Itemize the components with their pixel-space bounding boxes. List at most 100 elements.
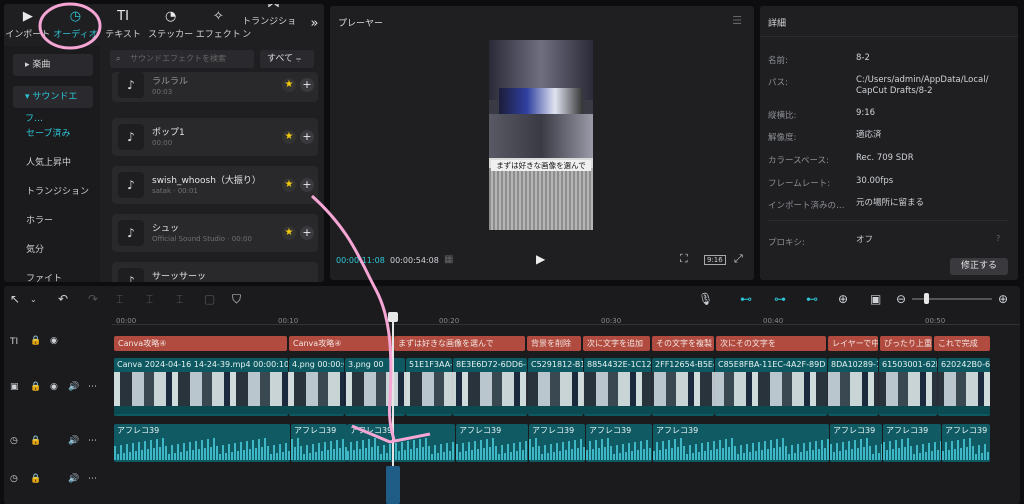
add-sound-button[interactable]: + bbox=[300, 78, 314, 92]
music-note-icon: ♪ bbox=[118, 220, 144, 246]
nav-transition[interactable]: トランジション bbox=[26, 184, 89, 197]
lock-icon[interactable]: 🔒 bbox=[30, 336, 41, 346]
audio-clip[interactable]: アフレコ39 bbox=[942, 424, 990, 462]
audio-clip[interactable]: アフレコ39 bbox=[586, 424, 652, 462]
picture-icon[interactable]: ▣ bbox=[870, 292, 881, 306]
nav-mood[interactable]: 気分 bbox=[26, 242, 44, 255]
proxy-value: オフ bbox=[856, 235, 874, 245]
more-icon[interactable]: ⋯ bbox=[88, 382, 97, 392]
total-time: 00:00:54:08 bbox=[390, 256, 439, 265]
audio-track-icon: ◷ bbox=[10, 474, 18, 484]
nav-saved[interactable]: セーブ済み bbox=[26, 126, 70, 139]
add-sound-button[interactable]: + bbox=[300, 130, 314, 144]
import-icon: ▶ bbox=[22, 9, 33, 24]
text-clip[interactable]: まずは好きな画像を選んで bbox=[394, 336, 525, 351]
tab-sticker[interactable]: ◔ ステッカー bbox=[147, 4, 195, 46]
waveform-icon[interactable]: ▦ bbox=[444, 254, 453, 265]
filter-all-button[interactable]: すべて ⩦ bbox=[260, 50, 314, 68]
fit-screen-icon[interactable]: ⛶ bbox=[680, 252, 688, 266]
tab-transition[interactable]: ⋈トランジション bbox=[242, 4, 305, 46]
more-tabs-button[interactable]: » bbox=[305, 4, 324, 46]
zoom-handle[interactable] bbox=[924, 293, 929, 304]
text-clip[interactable]: Canva攻略④ bbox=[289, 336, 394, 351]
undo-icon[interactable]: ↶ bbox=[58, 292, 68, 306]
text-clip[interactable]: 背景を削除 bbox=[527, 336, 581, 351]
audio-clip[interactable]: アフレコ39 bbox=[830, 424, 882, 462]
aspect-ratio-button[interactable]: 9:16 bbox=[704, 255, 726, 265]
add-sound-button[interactable]: + bbox=[300, 226, 314, 240]
speaker-icon[interactable]: 🔊 bbox=[68, 382, 79, 392]
more-icon[interactable]: ⋯ bbox=[88, 474, 97, 484]
audio-icon: ◷ bbox=[69, 9, 82, 24]
text-clip[interactable]: Canva攻略④ bbox=[114, 336, 287, 351]
lock-icon[interactable]: 🔒 bbox=[30, 474, 41, 484]
nav-music[interactable]: ▸ 楽曲 bbox=[13, 54, 93, 76]
sound-item[interactable]: ♪ サーッサーッ bbox=[112, 262, 318, 282]
sound-item[interactable]: ♪ swish_whoosh（大振り） satak · 00:01 ★ + bbox=[112, 166, 318, 204]
text-clip[interactable]: これで完成 bbox=[934, 336, 990, 351]
video-thumbnails bbox=[114, 372, 990, 406]
sound-item[interactable]: ♪ シュッ Official Sound Studio · 00:00 ★ + bbox=[112, 214, 318, 252]
search-input[interactable]: ⌕ サウンドエフェクトを検索 bbox=[110, 50, 254, 68]
zoom-out-icon[interactable]: ⊖ bbox=[896, 292, 906, 306]
eye-icon[interactable]: ◉ bbox=[50, 382, 58, 392]
eye-icon[interactable]: ◉ bbox=[50, 336, 58, 346]
split-left-icon[interactable]: ⌶ bbox=[146, 292, 153, 307]
sound-item[interactable]: ♪ ラルラル 00:03 ★ + bbox=[112, 72, 318, 102]
fullscreen-icon[interactable]: ⤢ bbox=[734, 252, 743, 266]
favorite-star-icon[interactable]: ★ bbox=[282, 130, 296, 144]
audio-clip[interactable]: アフレコ39 bbox=[456, 424, 528, 462]
help-icon[interactable]: ? bbox=[996, 234, 1000, 243]
audio-clip[interactable]: アフレコ39 bbox=[291, 424, 347, 462]
preview-axis-icon[interactable]: ⊷ bbox=[806, 292, 818, 306]
text-clip[interactable]: 次に文字を追加 bbox=[583, 336, 650, 351]
favorite-star-icon[interactable]: ★ bbox=[282, 78, 296, 92]
add-sound-button[interactable]: + bbox=[300, 178, 314, 192]
audio-clip[interactable]: アフレコ39 bbox=[347, 424, 455, 462]
nav-sfx[interactable]: ▾ サウンドエフ… bbox=[13, 86, 93, 124]
dragged-sound-clip[interactable] bbox=[386, 466, 400, 504]
audio-clip[interactable]: アフレコ39 bbox=[529, 424, 585, 462]
nav-fight[interactable]: ファイト bbox=[26, 271, 62, 282]
play-icon[interactable]: ▶ bbox=[536, 252, 545, 266]
microphone-icon[interactable]: 🎙 bbox=[698, 292, 713, 306]
music-note-icon: ♪ bbox=[118, 268, 144, 282]
audio-clip[interactable]: アフレコ39 bbox=[653, 424, 829, 462]
text-clip[interactable]: ぴったり上重ねて bbox=[880, 336, 932, 351]
audio-clip[interactable]: アフレコ39 bbox=[114, 424, 290, 462]
delete-icon[interactable]: ▢ bbox=[204, 292, 215, 306]
video-track-header: ▣ 🔒 ◉ 🔊 ⋯ bbox=[4, 360, 112, 420]
redo-icon[interactable]: ↷ bbox=[88, 292, 98, 306]
magnet-icon[interactable]: ⊷ bbox=[740, 292, 752, 306]
sound-item[interactable]: ♪ ポップ1 00:00 ★ + bbox=[112, 118, 318, 156]
time-ruler[interactable] bbox=[112, 312, 1020, 326]
tab-text[interactable]: TI テキスト bbox=[99, 4, 147, 46]
nav-trending[interactable]: 人気上昇中 bbox=[26, 155, 71, 168]
text-clip[interactable]: 次にその文字を bbox=[716, 336, 826, 351]
subtitle-text: まずは好きな画像を選んで bbox=[491, 160, 591, 171]
zoom-in-icon[interactable]: ⊕ bbox=[998, 292, 1008, 306]
tab-effect[interactable]: ✧ エフェクト bbox=[195, 4, 243, 46]
text-clip[interactable]: その文字を複製 bbox=[652, 336, 714, 351]
chevron-down-icon[interactable]: ⌄ bbox=[30, 295, 37, 304]
edit-button[interactable]: 修正する bbox=[950, 258, 1008, 275]
favorite-star-icon[interactable]: ★ bbox=[282, 178, 296, 192]
nav-horror[interactable]: ホラー bbox=[26, 213, 53, 226]
center-icon[interactable]: ⊕ bbox=[838, 292, 848, 306]
speaker-icon[interactable]: 🔊 bbox=[68, 474, 79, 484]
link-icon[interactable]: ⊶ bbox=[774, 292, 786, 306]
shield-icon[interactable]: ⛉ bbox=[232, 292, 241, 307]
select-cursor-icon[interactable]: ↖ bbox=[10, 292, 20, 306]
menu-icon[interactable]: ☰ bbox=[732, 14, 742, 27]
tab-audio[interactable]: ◷ オーディオ bbox=[52, 4, 100, 46]
waveform bbox=[883, 424, 941, 462]
split-icon[interactable]: ⌶ bbox=[116, 292, 123, 307]
tab-import[interactable]: ▶ インポート bbox=[4, 4, 52, 46]
split-right-icon[interactable]: ⌶ bbox=[176, 292, 183, 307]
lock-icon[interactable]: 🔒 bbox=[30, 382, 41, 392]
favorite-star-icon[interactable]: ★ bbox=[282, 226, 296, 240]
detail-panel: 詳細 名前: 8-2 パス: C:/Users/admin/AppData/Lo… bbox=[760, 6, 1018, 280]
playhead-handle[interactable] bbox=[388, 312, 398, 322]
audio-clip[interactable]: アフレコ39 bbox=[883, 424, 941, 462]
text-clip[interactable]: レイヤーで中 bbox=[828, 336, 878, 351]
